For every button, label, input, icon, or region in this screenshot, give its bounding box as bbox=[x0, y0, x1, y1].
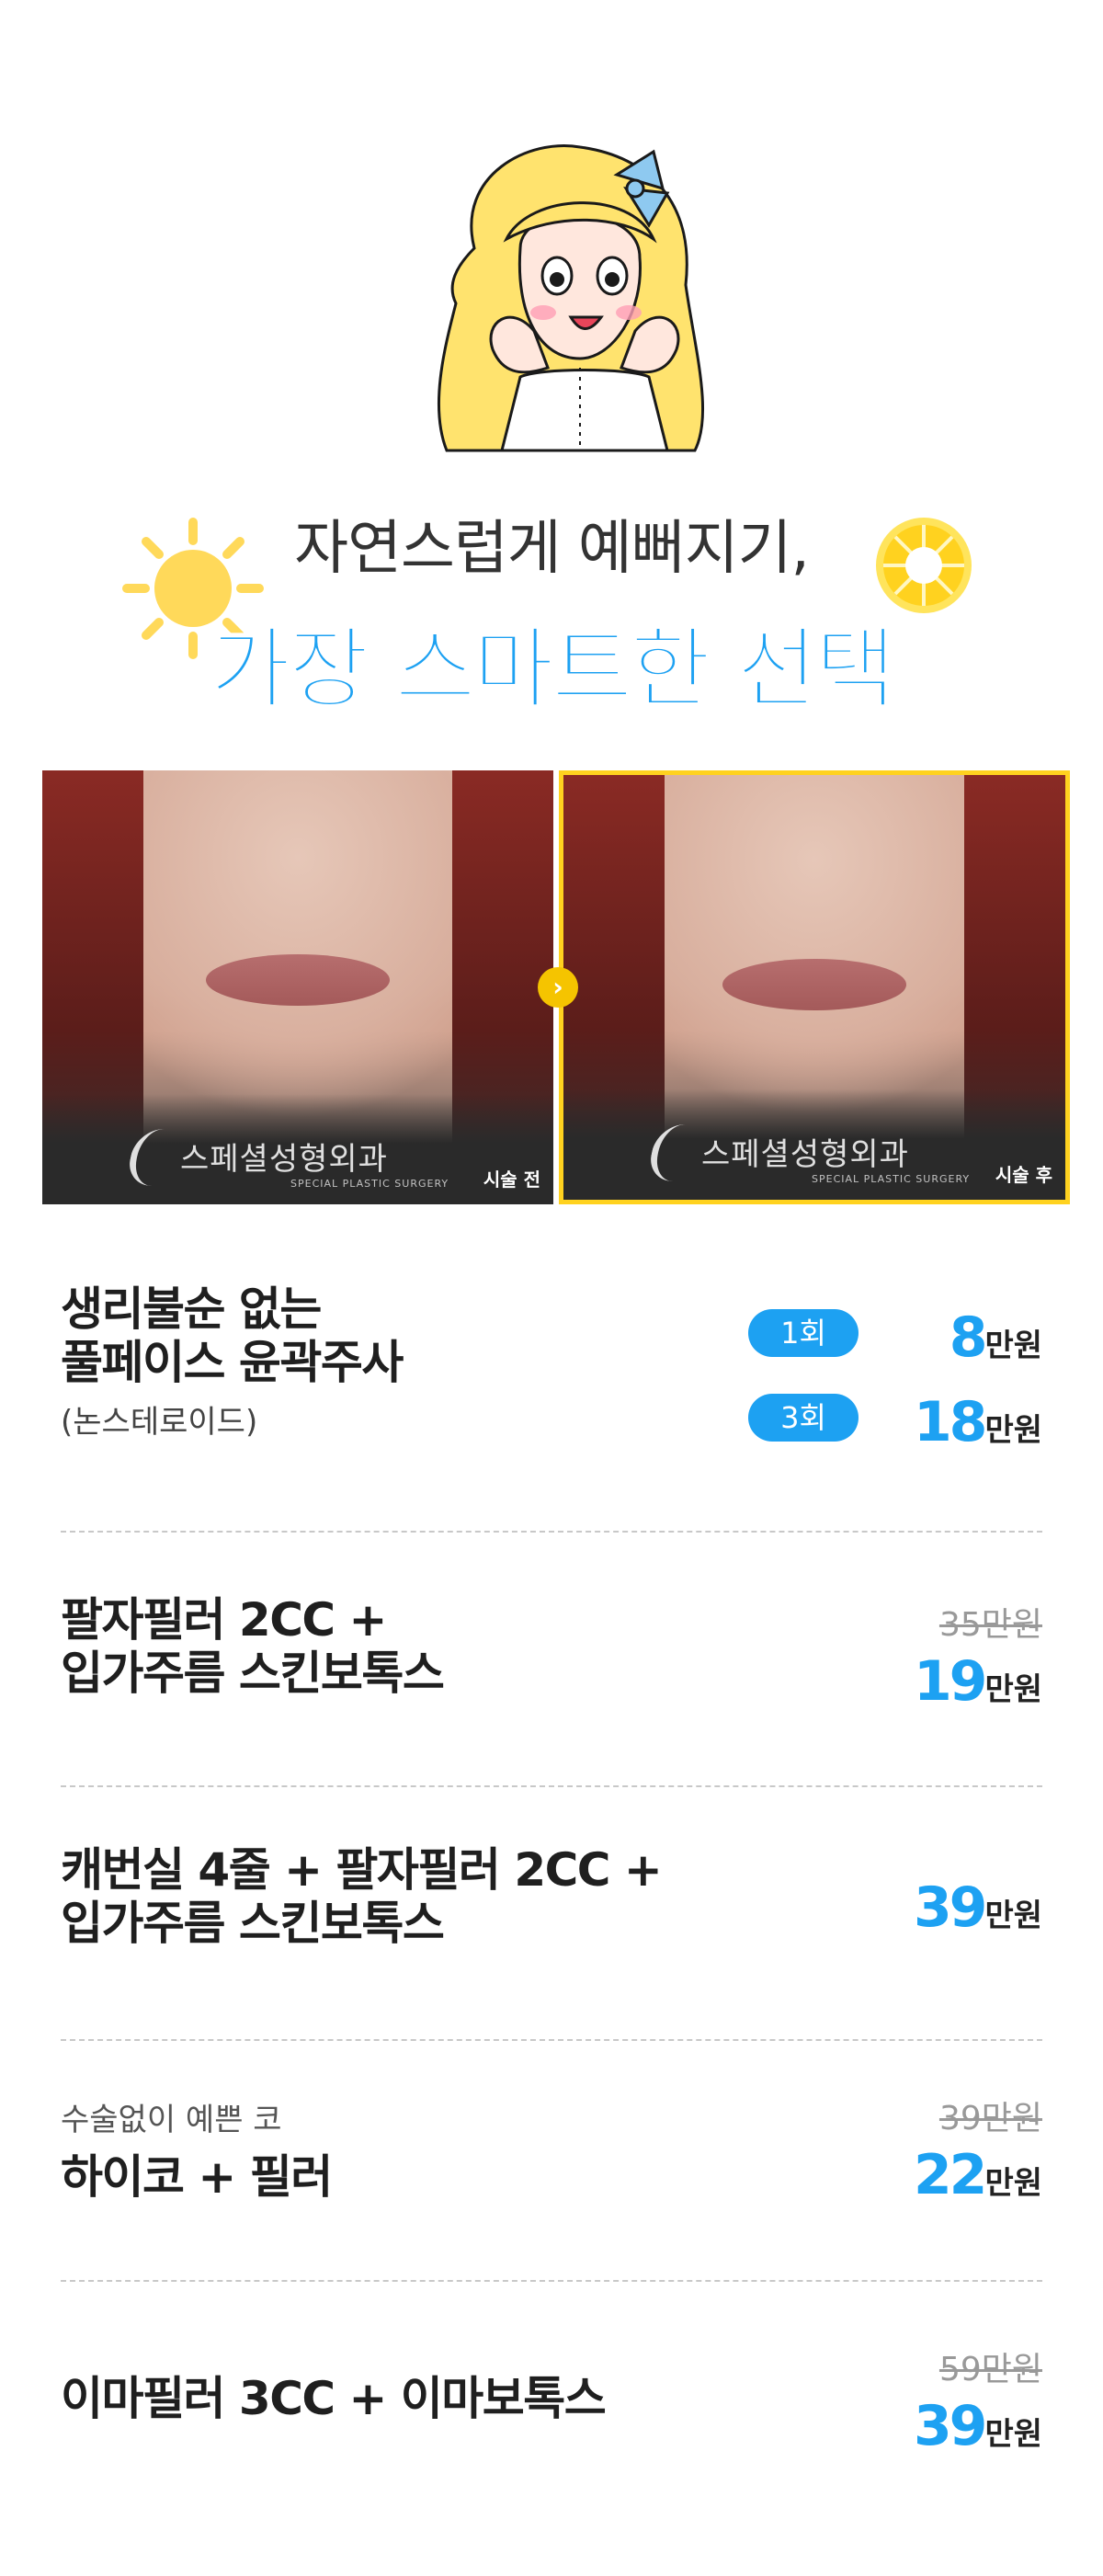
headline-line1: 자연스럽게 예뻐지기, bbox=[294, 515, 810, 583]
price-amount: 18만원 bbox=[914, 1390, 1042, 1454]
original-price: 39만원 bbox=[938, 2100, 1042, 2137]
item-tagline: 수술없이 예쁜 코 bbox=[61, 2102, 282, 2138]
divider bbox=[61, 2039, 1042, 2041]
price-option-row: 1회 8만원 bbox=[748, 1305, 1042, 1370]
before-caption: 시술 전 bbox=[483, 1168, 540, 1191]
lips bbox=[722, 959, 906, 1010]
page: 자연스럽게 예뻐지기, 가장 스마트한 선택 스페셜성형외과 SPECIAL P… bbox=[0, 0, 1103, 2576]
price-item: 수술없이 예쁜 코 하이코 + 필러 bbox=[61, 2094, 1042, 2204]
price-block: 35만원 19만원 bbox=[914, 1598, 1042, 1714]
price-number: 8 bbox=[949, 1305, 988, 1370]
price-amount: 8만원 bbox=[949, 1305, 1042, 1370]
divider bbox=[61, 2280, 1042, 2282]
item-title-line1: 하이코 + 필러 bbox=[61, 2150, 333, 2204]
clinic-watermark-sub: SPECIAL PLASTIC SURGERY bbox=[290, 1178, 449, 1190]
mascot-illustration bbox=[437, 144, 705, 452]
item-title-line1: 캐번실 4줄 + 팔자필러 2CC + bbox=[61, 1843, 663, 1897]
item-title-line2: 입가주름 스킨보톡스 bbox=[61, 1897, 445, 1950]
price-item: 이마필러 3CC + 이마보톡스 bbox=[61, 2372, 1042, 2425]
original-price: 59만원 bbox=[938, 2351, 1042, 2388]
price-number: 22 bbox=[913, 2143, 987, 2207]
price-unit: 만원 bbox=[984, 1898, 1042, 1934]
item-title-line1: 팔자필러 2CC + bbox=[61, 1593, 387, 1647]
divider bbox=[61, 1531, 1042, 1533]
price-item: 팔자필러 2CC + 입가주름 스킨보톡스 bbox=[61, 1593, 1042, 1700]
price-unit: 만원 bbox=[984, 2416, 1042, 2453]
price-option-row: 3회 18만원 bbox=[748, 1390, 1042, 1454]
lips bbox=[206, 954, 390, 1006]
price-unit: 만원 bbox=[984, 2165, 1042, 2202]
price-unit: 만원 bbox=[984, 1328, 1042, 1364]
divider bbox=[61, 1785, 1042, 1787]
price-block: 39만원 bbox=[914, 1875, 1042, 1940]
session-badge: 1회 bbox=[748, 1309, 859, 1357]
clinic-watermark-sub: SPECIAL PLASTIC SURGERY bbox=[812, 1173, 971, 1185]
headline-line2: 가장 스마트한 선택 bbox=[209, 617, 896, 722]
clinic-watermark: 스페셜성형외과 bbox=[180, 1141, 388, 1178]
chevron-right-icon: › bbox=[538, 967, 578, 1008]
price-block: 59만원 39만원 bbox=[914, 2342, 1042, 2458]
session-badge: 3회 bbox=[748, 1394, 859, 1442]
price-block: 39만원 22만원 bbox=[914, 2092, 1042, 2207]
price-number: 18 bbox=[913, 1390, 987, 1454]
price-item: 캐번실 4줄 + 팔자필러 2CC + 입가주름 스킨보톡스 bbox=[61, 1843, 1042, 1950]
after-caption: 시술 후 bbox=[995, 1164, 1052, 1186]
before-photo: 스페셜성형외과 SPECIAL PLASTIC SURGERY 시술 전 bbox=[42, 770, 553, 1204]
price-number: 39 bbox=[913, 1875, 987, 1940]
item-title-line2: 입가주름 스킨보톡스 bbox=[61, 1647, 445, 1700]
price-number: 19 bbox=[913, 1649, 987, 1714]
price-unit: 만원 bbox=[984, 1671, 1042, 1708]
item-title-line1: 이마필러 3CC + 이마보톡스 bbox=[61, 2372, 607, 2425]
price-unit: 만원 bbox=[984, 1412, 1042, 1449]
after-photo: 스페셜성형외과 SPECIAL PLASTIC SURGERY 시술 후 bbox=[559, 770, 1070, 1204]
original-price: 35만원 bbox=[938, 1606, 1042, 1644]
price-number: 39 bbox=[913, 2394, 987, 2458]
clinic-watermark: 스페셜성형외과 bbox=[701, 1136, 909, 1173]
